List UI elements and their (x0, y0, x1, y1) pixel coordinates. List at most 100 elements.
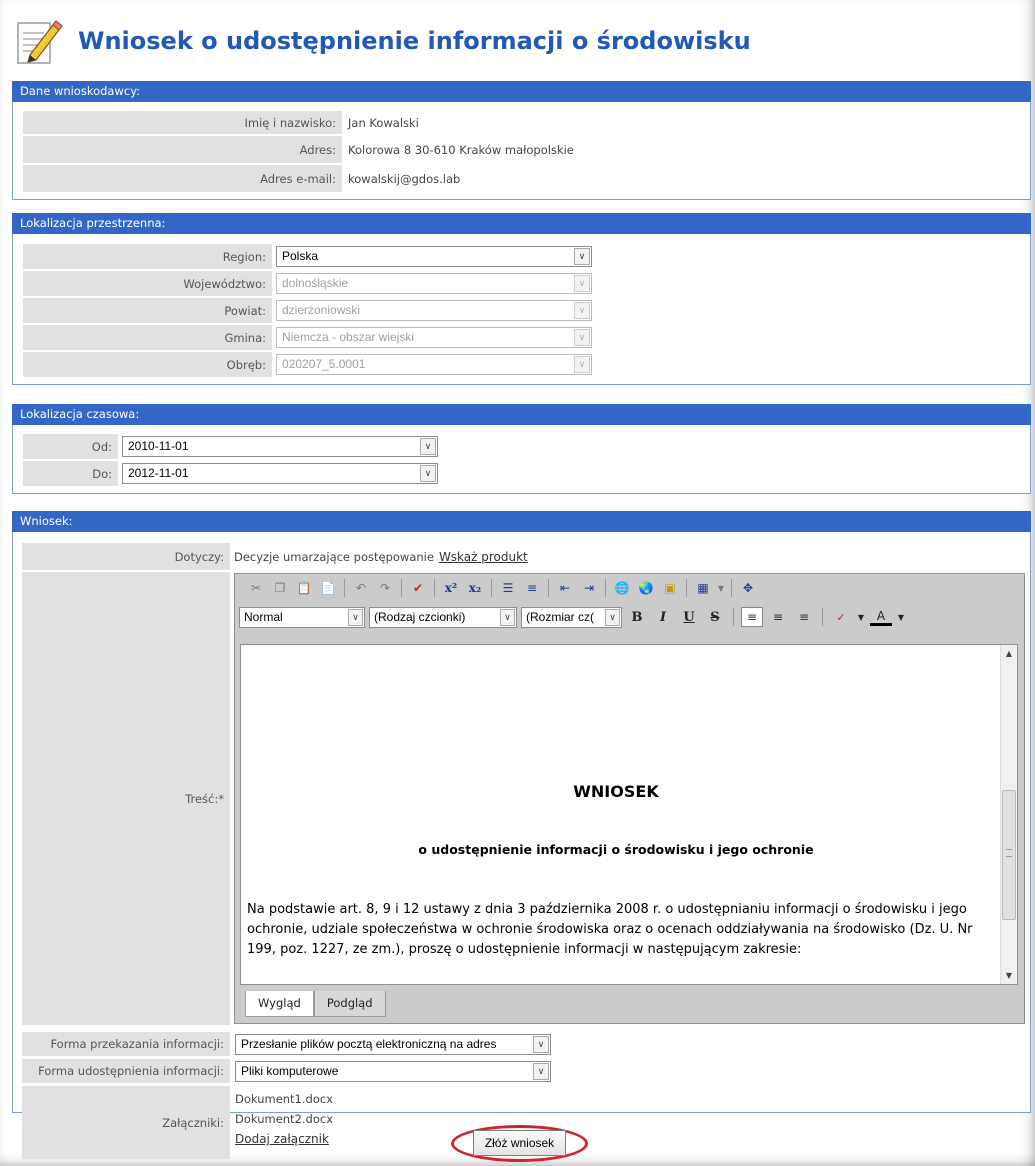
precinct-label: Obręb: (23, 352, 272, 377)
cut-icon[interactable]: ✂ (245, 578, 267, 598)
spellcheck-icon[interactable]: ✔ (407, 578, 429, 598)
applicant-address-value: Kolorowa 8 30-610 Kraków małopolskie (348, 142, 574, 157)
tab-preview[interactable]: Podgląd (313, 991, 386, 1017)
paste-icon[interactable]: 📋 (293, 578, 315, 598)
document-line: Na podstawie art. 8, 9 i 12 ustawy z dni… (247, 902, 967, 917)
redo-icon[interactable]: ↷ (374, 578, 396, 598)
location-row-commune: Gmina: Niemcza - obszar wiejski ∨ (23, 325, 1020, 350)
time-row-to: Do: 2012-11-01 ∨ (23, 461, 1020, 486)
attachment-item[interactable]: Dokument2.docx (235, 1109, 333, 1129)
font-size-select-value: (Rozmiar cz( (526, 609, 594, 624)
editor-toolbar-2: Normal ∨ (Rodzaj czcionki) ∨ (Rozmiar cz… (235, 602, 1024, 632)
font-color-icon[interactable]: A (870, 609, 892, 626)
chevron-down-icon: ∨ (574, 248, 590, 265)
commune-select-value: Niemcza - obszar wiejski (282, 330, 415, 344)
document-subtitle: o udostępnienie informacji o środowisku … (418, 842, 814, 857)
toolbar-separator (344, 579, 345, 597)
document-line: ochronie, udziale społeczeństwa w ochron… (247, 922, 973, 937)
delivery-select[interactable]: Przesłanie plików pocztą elektroniczną n… (235, 1034, 551, 1055)
choose-product-link[interactable]: Wskaż produkt (439, 550, 528, 564)
toolbar-separator (605, 579, 606, 597)
table-icon[interactable]: ▦ (692, 578, 714, 598)
time-section-header: Lokalizacja czasowa: (12, 404, 1031, 425)
indent-icon[interactable]: ⇥ (578, 578, 600, 598)
location-row-voivodeship: Województwo: dolnośląskie ∨ (23, 271, 1020, 296)
chevron-down-icon: ∨ (574, 356, 590, 373)
font-family-select-value: (Rodzaj czcionki) (374, 609, 466, 624)
font-color-dropdown-icon[interactable]: ▼ (896, 607, 906, 627)
table-dropdown-icon[interactable]: ▼ (716, 578, 726, 598)
scroll-thumb[interactable] (1002, 790, 1016, 920)
page-title: Wniosek o udostępnienie informacji o śro… (78, 27, 751, 55)
submit-button[interactable]: Złóż wniosek (473, 1130, 566, 1156)
scroll-up-icon[interactable]: ▲ (1001, 645, 1017, 662)
voivodeship-select[interactable]: dolnośląskie ∨ (276, 273, 592, 294)
county-select[interactable]: dzierżoniowski ∨ (276, 300, 592, 321)
date-from-value: 2010-11-01 (128, 439, 189, 453)
form-pencil-icon (17, 20, 63, 64)
date-from-label: Od: (23, 434, 118, 459)
italic-icon[interactable]: I (652, 607, 674, 627)
undo-icon[interactable]: ↶ (350, 578, 372, 598)
date-from-select[interactable]: 2010-11-01 ∨ (122, 436, 438, 457)
toolbar-separator (401, 579, 402, 597)
format-select[interactable]: Normal ∨ (239, 606, 365, 628)
font-size-select[interactable]: (Rozmiar cz( ∨ (521, 606, 622, 628)
concerns-label: Dotyczy: (22, 543, 230, 570)
chevron-down-icon: ∨ (348, 608, 363, 626)
toolbar-separator (731, 579, 732, 597)
unlink-icon[interactable]: 🌏 (635, 578, 657, 598)
page-header: Wniosek o udostępnienie informacji o śro… (12, 14, 751, 68)
superscript-icon[interactable]: x² (440, 578, 462, 598)
strikethrough-icon[interactable]: S (704, 607, 726, 627)
voivodeship-label: Województwo: (23, 271, 272, 296)
chevron-down-icon: ∨ (533, 1036, 549, 1053)
font-family-select[interactable]: (Rodzaj czcionki) ∨ (369, 606, 517, 628)
subscript-icon[interactable]: x₂ (464, 578, 486, 598)
chevron-down-icon: ∨ (420, 465, 436, 482)
link-icon[interactable]: 🌐 (611, 578, 633, 598)
add-attachment-link[interactable]: Dodaj załącznik (235, 1132, 329, 1146)
highlight-dropdown-icon[interactable]: ▼ (856, 607, 866, 627)
outdent-icon[interactable]: ⇤ (554, 578, 576, 598)
share-select[interactable]: Pliki komputerowe ∨ (235, 1061, 551, 1082)
scroll-down-icon[interactable]: ▼ (1001, 967, 1017, 984)
toolbar-separator (434, 579, 435, 597)
tab-design[interactable]: Wygląd (245, 991, 314, 1017)
editor-toolbar-1: ✂ ❐ 📋 📄 ↶ ↷ ✔ x² x₂ ☰ ≡ ⇤ ⇥ 🌐 🌏 ▣ ▦ ▼ ✥ (235, 574, 1024, 602)
editor-content-area[interactable]: WNIOSEK o udostępnienie informacji o śro… (240, 644, 1018, 985)
region-select-value: Polska (282, 249, 319, 263)
align-right-icon[interactable]: ≡ (793, 607, 815, 627)
precinct-select[interactable]: 020207_5.0001 ∨ (276, 354, 592, 375)
paste-word-icon[interactable]: 📄 (317, 578, 339, 598)
applicant-row-address: Adres: Kolorowa 8 30-610 Kraków małopols… (23, 136, 1020, 163)
toolbar-separator (548, 579, 549, 597)
county-select-value: dzierżoniowski (282, 303, 361, 317)
maximize-icon[interactable]: ✥ (737, 578, 759, 598)
align-center-icon[interactable]: ≡ (767, 607, 789, 627)
region-select[interactable]: Polska ∨ (276, 246, 592, 267)
highlight-color-icon[interactable]: ✓ (830, 607, 852, 627)
align-left-icon[interactable]: ≡ (741, 607, 763, 627)
attachment-item[interactable]: Dokument1.docx (235, 1089, 333, 1109)
precinct-select-value: 020207_5.0001 (282, 357, 366, 371)
document-paragraph: Na podstawie art. 8, 9 i 12 ustawy z dni… (247, 900, 997, 960)
underline-icon[interactable]: U (678, 607, 700, 627)
content-label: Treść:* (22, 572, 230, 1025)
document-title: WNIOSEK (573, 782, 659, 801)
bulleted-list-icon[interactable]: ≡ (521, 578, 543, 598)
chevron-down-icon: ∨ (605, 608, 620, 626)
bold-icon[interactable]: B (626, 607, 648, 627)
numbered-list-icon[interactable]: ☰ (497, 578, 519, 598)
format-select-value: Normal (244, 609, 283, 624)
grip-icon (1006, 849, 1012, 857)
time-section: Lokalizacja czasowa: Od: 2010-11-01 ∨ Do… (12, 404, 1031, 494)
editor-scrollbar[interactable]: ▲ ▼ (1000, 645, 1017, 984)
image-icon[interactable]: ▣ (659, 578, 681, 598)
chevron-down-icon: ∨ (420, 438, 436, 455)
date-to-select[interactable]: 2012-11-01 ∨ (122, 463, 438, 484)
attachments-list: Dokument1.docx Dokument2.docx Dodaj załą… (235, 1089, 333, 1149)
location-row-region: Region: Polska ∨ (23, 244, 1020, 269)
commune-select[interactable]: Niemcza - obszar wiejski ∨ (276, 327, 592, 348)
copy-icon[interactable]: ❐ (269, 578, 291, 598)
